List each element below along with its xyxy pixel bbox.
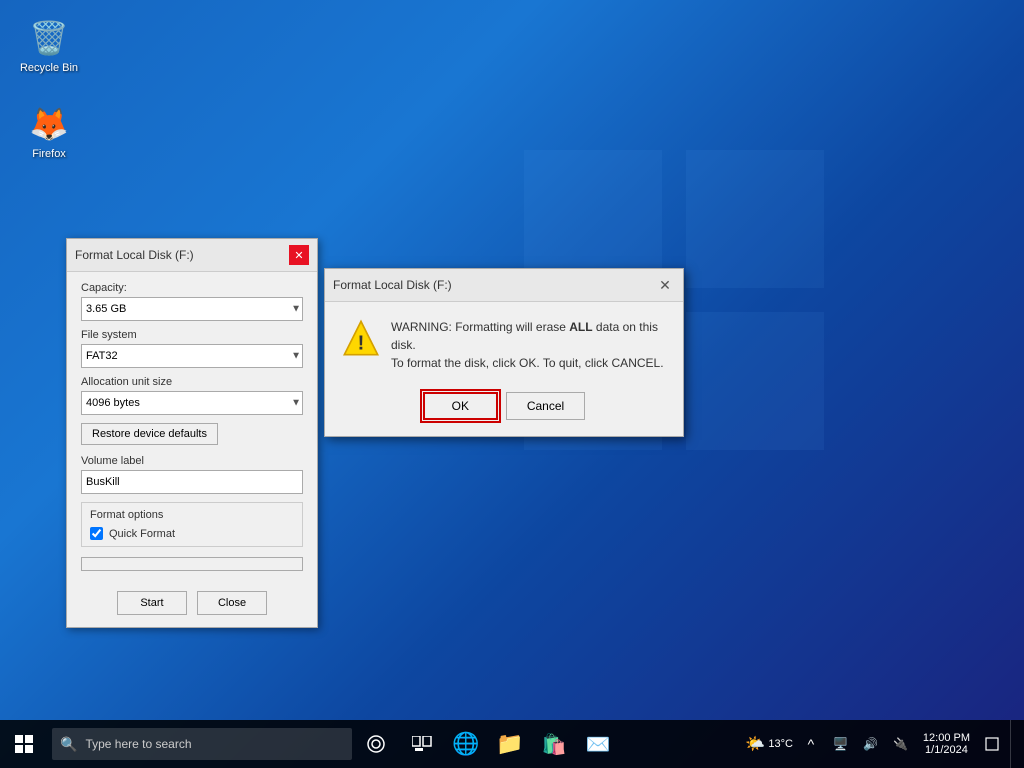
warning-dialog-titlebar: Format Local Disk (F:) ✕ — [325, 269, 683, 302]
task-view-button[interactable] — [400, 722, 444, 766]
format-options-group: Format options Quick Format — [81, 502, 303, 547]
start-button[interactable]: Start — [117, 591, 187, 615]
warning-dialog-footer: OK Cancel — [325, 388, 683, 436]
clock-date: 1/1/2024 — [923, 744, 970, 756]
format-dialog-title: Format Local Disk (F:) — [75, 248, 194, 262]
taskbar-tray: 🌤️ 13°C ^ 🖥️ 🔊 🔌 12:00 PM 1/1/2024 — [737, 720, 1024, 768]
edge-browser-button[interactable]: 🌐 — [444, 722, 488, 766]
warning-dialog-body: ! WARNING: Formatting will erase ALL dat… — [325, 302, 683, 388]
quick-format-checkbox[interactable] — [90, 527, 103, 540]
filesystem-select-wrapper: FAT32 ▼ — [81, 344, 303, 368]
warning-dialog-title: Format Local Disk (F:) — [333, 278, 452, 292]
warning-message: WARNING: Formatting will erase ALL data … — [391, 318, 667, 372]
firefox-icon[interactable]: 🦊 Firefox — [14, 100, 84, 164]
volume-icon[interactable]: 🔊 — [859, 732, 883, 756]
temperature: 13°C — [768, 738, 793, 750]
capacity-label: Capacity: — [81, 282, 303, 294]
format-disk-dialog: Format Local Disk (F:) ✕ Capacity: 3.65 … — [66, 238, 318, 628]
weather-icon: 🌤️ — [745, 734, 765, 754]
weather-widget[interactable]: 🌤️ 13°C — [745, 734, 793, 754]
recycle-bin-icon[interactable]: 🗑️ Recycle Bin — [14, 14, 84, 78]
warning-triangle-icon: ! — [341, 318, 377, 354]
filesystem-label: File system — [81, 329, 303, 341]
taskbar-search-box[interactable]: 🔍 Type here to search — [52, 728, 352, 760]
warning-text-part1: WARNING: Formatting will erase — [391, 320, 569, 334]
desktop: 🗑️ Recycle Bin 🦊 Firefox Format Local Di… — [0, 0, 1024, 768]
filesystem-select[interactable]: FAT32 — [81, 344, 303, 368]
format-dialog-titlebar: Format Local Disk (F:) ✕ — [67, 239, 317, 272]
battery-icon[interactable]: 🔌 — [889, 732, 913, 756]
volume-label-input[interactable] — [81, 470, 303, 494]
warning-text-part3: To format the disk, click OK. To quit, c… — [391, 356, 664, 370]
capacity-select-wrapper: 3.65 GB ▼ — [81, 297, 303, 321]
format-dialog-close-button[interactable]: ✕ — [289, 245, 309, 265]
start-button[interactable] — [0, 720, 48, 768]
warning-ok-button[interactable]: OK — [423, 392, 498, 420]
taskbar: 🔍 Type here to search 🌐 📁 — [0, 720, 1024, 768]
warning-dialog: Format Local Disk (F:) ✕ ! WARNING: Form… — [324, 268, 684, 437]
allocation-label: Allocation unit size — [81, 376, 303, 388]
allocation-select-wrapper: 4096 bytes ▼ — [81, 391, 303, 415]
taskbar-apps: 🌐 📁 🛍️ ✉️ — [400, 720, 737, 768]
network-icon[interactable]: 🖥️ — [829, 732, 853, 756]
volume-label-label: Volume label — [81, 455, 303, 467]
format-dialog-footer: Start Close — [67, 591, 317, 627]
quick-format-label[interactable]: Quick Format — [109, 528, 175, 540]
capacity-select[interactable]: 3.65 GB — [81, 297, 303, 321]
format-dialog-body: Capacity: 3.65 GB ▼ File system FAT32 ▼ … — [67, 272, 317, 591]
quick-format-row: Quick Format — [90, 527, 294, 540]
warning-cancel-button[interactable]: Cancel — [506, 392, 585, 420]
notification-button[interactable] — [980, 732, 1004, 756]
format-options-legend: Format options — [90, 509, 294, 521]
restore-defaults-button[interactable]: Restore device defaults — [81, 423, 218, 445]
search-icon: 🔍 — [60, 736, 77, 753]
clock-time: 12:00 PM — [923, 732, 970, 744]
recycle-bin-label: Recycle Bin — [20, 62, 78, 74]
tray-chevron[interactable]: ^ — [799, 732, 823, 756]
warning-text-all: ALL — [569, 320, 592, 334]
allocation-select[interactable]: 4096 bytes — [81, 391, 303, 415]
warning-dialog-close-button[interactable]: ✕ — [655, 275, 675, 295]
svg-text:!: ! — [358, 333, 365, 355]
system-clock[interactable]: 12:00 PM 1/1/2024 — [919, 732, 974, 756]
cortana-button[interactable] — [356, 724, 396, 764]
show-desktop-button[interactable] — [1010, 720, 1016, 768]
store-button[interactable]: 🛍️ — [532, 722, 576, 766]
progress-bar — [81, 557, 303, 571]
close-button[interactable]: Close — [197, 591, 267, 615]
firefox-label: Firefox — [32, 148, 66, 160]
mail-button[interactable]: ✉️ — [576, 722, 620, 766]
search-placeholder: Type here to search — [85, 737, 191, 751]
file-explorer-button[interactable]: 📁 — [488, 722, 532, 766]
